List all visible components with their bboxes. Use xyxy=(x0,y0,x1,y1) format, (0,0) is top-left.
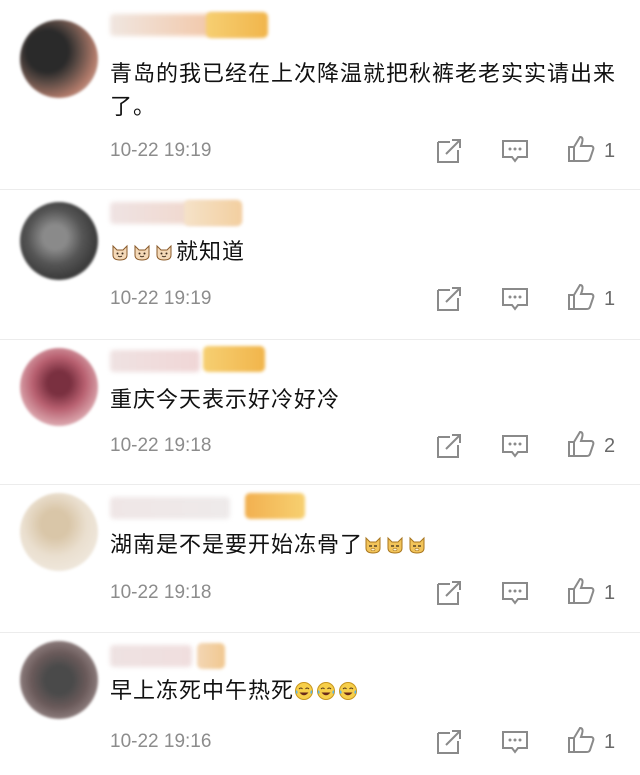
share-icon[interactable] xyxy=(434,431,464,461)
doge-icon xyxy=(385,532,405,554)
cat-face-icon xyxy=(110,239,130,261)
like-count: 1 xyxy=(604,140,616,162)
comment-time: 10-22 19:19 xyxy=(110,140,212,161)
comment-text: 湖南是不是要开始冻骨了 xyxy=(110,529,620,562)
comment-icon[interactable] xyxy=(500,578,530,608)
user-badge xyxy=(245,493,305,519)
thumbs-up-icon[interactable] xyxy=(566,576,596,606)
avatar[interactable] xyxy=(20,641,98,719)
avatar[interactable] xyxy=(20,202,98,280)
doge-icon xyxy=(363,533,429,558)
user-badge xyxy=(206,12,268,38)
comment-text: 就知道 xyxy=(110,236,620,269)
laugh-cry-icon xyxy=(294,678,314,700)
comment-item: 早上冻死中午热死 10-22 19:16 1 xyxy=(0,633,640,775)
comment-item: 湖南是不是要开始冻骨了 10-22 19:18 1 xyxy=(0,485,640,633)
doge-icon xyxy=(407,532,427,554)
comment-item: 就知道 10-22 19:19 1 xyxy=(0,190,640,340)
cat-face-icon xyxy=(132,239,152,261)
comment-text: 早上冻死中午热死 xyxy=(110,675,620,708)
comment-icon[interactable] xyxy=(500,727,530,757)
doge-icon xyxy=(363,532,383,554)
share-icon[interactable] xyxy=(434,727,464,757)
username-blurred[interactable] xyxy=(110,497,230,519)
laugh-cry-icon xyxy=(338,678,358,700)
comment-icon[interactable] xyxy=(500,431,530,461)
laugh-cry-icon xyxy=(316,678,336,700)
comment-item: 青岛的我已经在上次降温就把秋裤老老实实请出来了。 10-22 19:19 1 xyxy=(0,0,640,190)
comment-icon[interactable] xyxy=(500,284,530,314)
comment-item: 重庆今天表示好冷好冷 10-22 19:18 2 xyxy=(0,340,640,485)
comment-text: 青岛的我已经在上次降温就把秋裤老老实实请出来了。 xyxy=(110,62,617,120)
comment-time: 10-22 19:18 xyxy=(110,435,212,456)
avatar[interactable] xyxy=(20,348,98,426)
share-icon[interactable] xyxy=(434,136,464,166)
thumbs-up-icon[interactable] xyxy=(566,134,596,164)
cat-face-icon xyxy=(154,239,174,261)
share-icon[interactable] xyxy=(434,284,464,314)
comment-time: 10-22 19:16 xyxy=(110,731,212,752)
user-badge xyxy=(203,346,265,372)
cat-face-icon xyxy=(110,240,176,265)
comment-time: 10-22 19:19 xyxy=(110,288,212,309)
like-count: 1 xyxy=(604,731,616,753)
username-blurred[interactable] xyxy=(110,350,200,372)
comment-text: 重庆今天表示好冷好冷 xyxy=(110,388,341,413)
avatar[interactable] xyxy=(20,493,98,571)
like-count: 1 xyxy=(604,288,616,310)
user-badge xyxy=(184,200,242,226)
like-count: 1 xyxy=(604,582,616,604)
username-blurred[interactable] xyxy=(110,645,192,667)
laugh-cry-icon xyxy=(294,679,360,704)
thumbs-up-icon[interactable] xyxy=(566,282,596,312)
thumbs-up-icon[interactable] xyxy=(566,429,596,459)
comment-time: 10-22 19:18 xyxy=(110,582,212,603)
comment-icon[interactable] xyxy=(500,136,530,166)
avatar[interactable] xyxy=(20,20,98,98)
thumbs-up-icon[interactable] xyxy=(566,725,596,755)
like-count: 2 xyxy=(604,435,616,457)
user-badge xyxy=(197,643,225,669)
share-icon[interactable] xyxy=(434,578,464,608)
